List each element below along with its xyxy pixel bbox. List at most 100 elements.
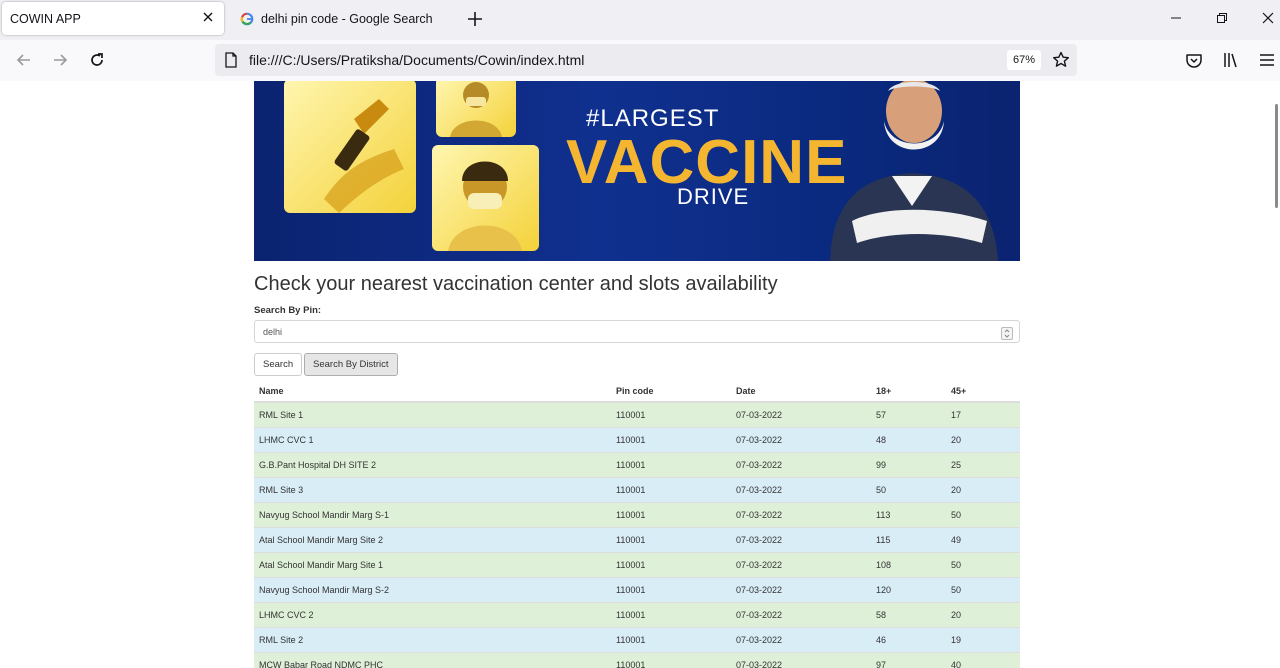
date-cell: 07-03-2022 <box>731 427 871 453</box>
date-cell: 07-03-2022 <box>731 552 871 578</box>
tab-cowin-app[interactable]: COWIN APP <box>2 2 224 35</box>
forward-arrow-icon[interactable] <box>50 50 70 70</box>
reload-icon[interactable] <box>87 50 107 70</box>
date-cell: 07-03-2022 <box>731 452 871 478</box>
library-icon[interactable] <box>1221 50 1241 70</box>
slots-45-plus-cell: 19 <box>946 627 1020 653</box>
leader-portrait <box>830 81 998 261</box>
center-name-cell: LHMC CVC 1 <box>254 427 611 453</box>
number-spinner-icon[interactable] <box>1001 327 1013 340</box>
slots-45-plus-cell: 50 <box>946 502 1020 528</box>
close-window-icon[interactable] <box>1260 10 1276 26</box>
masked-woman-photo <box>432 145 539 251</box>
pin-search-input[interactable] <box>254 320 1020 343</box>
date-cell: 07-03-2022 <box>731 627 871 653</box>
slots-18-plus-cell: 115 <box>871 527 946 553</box>
slots-18-plus-cell: 120 <box>871 577 946 603</box>
table-row: Navyug School Mandir Marg S-1 110001 07-03… <box>254 502 1020 528</box>
table-header-row: Name Pin code Date 18+ 45+ <box>254 380 1020 403</box>
slots-45-plus-cell: 50 <box>946 552 1020 578</box>
pin-code-cell: 110001 <box>611 427 731 453</box>
slots-18-plus-cell: 108 <box>871 552 946 578</box>
slots-45-plus-cell: 17 <box>946 401 1020 428</box>
date-cell: 07-03-2022 <box>731 602 871 628</box>
slots-45-plus-cell: 20 <box>946 602 1020 628</box>
table-row: G.B.Pant Hospital DH SITE 2 110001 07-03-2… <box>254 452 1020 478</box>
table-row: Navyug School Mandir Marg S-2 110001 07-03… <box>254 577 1020 603</box>
date-cell: 07-03-2022 <box>731 477 871 503</box>
center-name-cell: Navyug School Mandir Marg S-2 <box>254 577 611 603</box>
close-tab-icon[interactable] <box>201 10 215 24</box>
pin-code-cell: 110001 <box>611 502 731 528</box>
tab-google-search[interactable]: delhi pin code - Google Search <box>232 2 460 35</box>
table-row: LHMC CVC 2 110001 07-03-2022 58 20 <box>254 602 1020 628</box>
menu-hamburger-icon[interactable] <box>1257 50 1277 70</box>
date-cell: 07-03-2022 <box>731 577 871 603</box>
vaccination-centers-table: Name Pin code Date 18+ 45+ RML Site 1 110… <box>254 380 1020 668</box>
pin-code-cell: 110001 <box>611 552 731 578</box>
new-tab-icon[interactable] <box>464 8 486 30</box>
vaccine-vial-photo <box>284 81 416 213</box>
center-name-cell: Navyug School Mandir Marg S-1 <box>254 502 611 528</box>
pocket-icon[interactable] <box>1184 50 1204 70</box>
slots-45-plus-cell: 20 <box>946 427 1020 453</box>
pin-code-cell: 110001 <box>611 577 731 603</box>
slots-18-plus-cell: 57 <box>871 401 946 428</box>
table-row: MCW Babar Road NDMC PHC 110001 07-03-2022 9… <box>254 652 1020 668</box>
center-name-cell: RML Site 1 <box>254 401 611 428</box>
pin-code-cell: 110001 <box>611 627 731 653</box>
minimize-icon[interactable] <box>1168 10 1184 26</box>
date-cell: 07-03-2022 <box>731 502 871 528</box>
zoom-level-badge[interactable]: 67% <box>1007 50 1041 70</box>
column-header-18-plus: 18+ <box>871 380 946 403</box>
date-cell: 07-03-2022 <box>731 527 871 553</box>
table-row: Atal School Mandir Marg Site 2 110001 07-0… <box>254 527 1020 553</box>
pin-code-cell: 110001 <box>611 527 731 553</box>
slots-45-plus-cell: 20 <box>946 477 1020 503</box>
pin-code-cell: 110001 <box>611 652 731 668</box>
slots-18-plus-cell: 113 <box>871 502 946 528</box>
table-row: RML Site 1 110001 07-03-2022 57 17 <box>254 401 1020 428</box>
date-cell: 07-03-2022 <box>731 652 871 668</box>
search-by-district-button[interactable]: Search By District <box>304 353 398 376</box>
vaccine-drive-banner: #LARGEST VACCINE DRIVE <box>254 81 1020 261</box>
back-arrow-icon[interactable] <box>14 50 34 70</box>
slots-45-plus-cell: 50 <box>946 577 1020 603</box>
page-heading: Check your nearest vaccination center an… <box>254 273 778 295</box>
table-row: Atal School Mandir Marg Site 1 110001 07-0… <box>254 552 1020 578</box>
slots-45-plus-cell: 25 <box>946 452 1020 478</box>
center-name-cell: Atal School Mandir Marg Site 1 <box>254 552 611 578</box>
column-header-45-plus: 45+ <box>946 380 1020 403</box>
search-by-pin-label: Search By Pin: <box>254 305 322 316</box>
pin-code-cell: 110001 <box>611 401 731 428</box>
slots-45-plus-cell: 49 <box>946 527 1020 553</box>
banner-subline: DRIVE <box>677 184 750 209</box>
google-g-icon <box>240 12 254 25</box>
center-name-cell: RML Site 3 <box>254 477 611 503</box>
pin-code-cell: 110001 <box>611 452 731 478</box>
search-button[interactable]: Search <box>254 353 303 376</box>
tab-title: COWIN APP <box>10 11 81 26</box>
center-name-cell: LHMC CVC 2 <box>254 602 611 628</box>
slots-18-plus-cell: 46 <box>871 627 946 653</box>
table-row: RML Site 2 110001 07-03-2022 46 19 <box>254 627 1020 653</box>
pin-code-cell: 110001 <box>611 477 731 503</box>
address-bar[interactable]: file:///C:/Users/Pratiksha/Documents/Cow… <box>215 44 1077 76</box>
slots-18-plus-cell: 99 <box>871 452 946 478</box>
tab-title: delhi pin code - Google Search <box>261 11 433 26</box>
scrollbar-thumb[interactable] <box>1275 104 1278 208</box>
navigation-bar: file:///C:/Users/Pratiksha/Documents/Cow… <box>0 40 1280 82</box>
slots-18-plus-cell: 50 <box>871 477 946 503</box>
restore-icon[interactable] <box>1214 10 1230 26</box>
page-viewport: #LARGEST VACCINE DRIVE Check your neares… <box>0 81 1272 668</box>
slots-18-plus-cell: 58 <box>871 602 946 628</box>
slots-45-plus-cell: 40 <box>946 652 1020 668</box>
health-worker-photo <box>436 81 516 137</box>
table-row: LHMC CVC 1 110001 07-03-2022 48 20 <box>254 427 1020 453</box>
slots-18-plus-cell: 48 <box>871 427 946 453</box>
column-header-date: Date <box>731 380 871 403</box>
slots-18-plus-cell: 97 <box>871 652 946 668</box>
date-cell: 07-03-2022 <box>731 401 871 428</box>
bookmark-star-icon[interactable] <box>1051 50 1071 70</box>
column-header-pin: Pin code <box>611 380 731 403</box>
